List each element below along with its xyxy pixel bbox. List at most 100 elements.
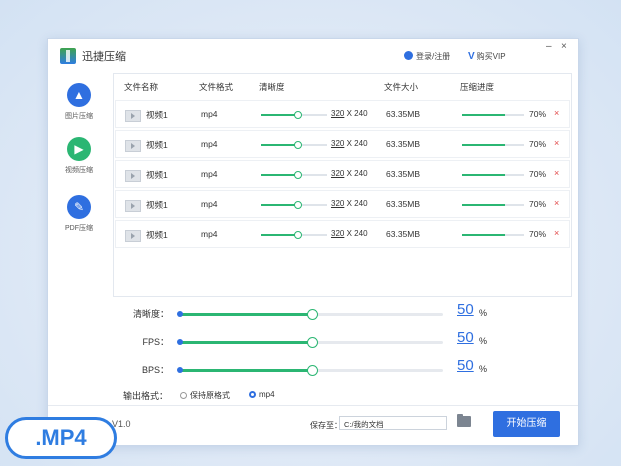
radio-label: mp4 bbox=[259, 390, 275, 399]
resolution-height: 240 bbox=[354, 229, 368, 238]
row-clarity-fill bbox=[261, 204, 298, 206]
user-icon bbox=[404, 51, 413, 60]
slider-fill bbox=[179, 369, 311, 372]
row-clarity-handle[interactable] bbox=[294, 141, 303, 149]
video-thumbnail-icon bbox=[125, 230, 141, 242]
delete-row-icon[interactable]: × bbox=[554, 138, 559, 148]
sidebar-item-label: 视频压缩 bbox=[65, 167, 93, 174]
login-link[interactable]: 登录/注册 bbox=[404, 51, 450, 62]
progress-percent: 70% bbox=[529, 169, 547, 179]
app-window: 迅捷压缩 登录/注册 V 购买VIP – × ▲ 图片压缩 ▶ 视频压缩 ✎ PD… bbox=[47, 38, 579, 446]
row-clarity-slider[interactable] bbox=[261, 231, 327, 239]
bps-slider[interactable] bbox=[177, 365, 443, 376]
resolution-separator: X bbox=[346, 199, 352, 208]
fps-value[interactable]: 50 bbox=[457, 329, 474, 346]
file-size: 63.35MB bbox=[386, 169, 421, 179]
sidebar-item-video-compress[interactable]: ▶ 视频压缩 bbox=[48, 137, 110, 175]
radio-selected-icon bbox=[249, 391, 256, 398]
column-header: 清晰度 bbox=[259, 82, 285, 92]
progress-fill bbox=[462, 234, 506, 236]
sidebar-item-label: PDF压缩 bbox=[65, 225, 93, 232]
file-format: mp4 bbox=[201, 199, 218, 209]
delete-row-icon[interactable]: × bbox=[554, 228, 559, 238]
progress-fill bbox=[462, 174, 506, 176]
table-row[interactable]: 视频1 mp4 320 X 240 63.35MB 70% × bbox=[115, 220, 570, 248]
file-name: 视频1 bbox=[146, 170, 168, 180]
file-size: 63.35MB bbox=[386, 199, 421, 209]
video-thumbnail-icon bbox=[125, 110, 141, 122]
bps-unit: % bbox=[479, 364, 488, 374]
row-clarity-slider[interactable] bbox=[261, 111, 327, 119]
resolution-width[interactable]: 320 bbox=[331, 229, 344, 238]
folder-icon[interactable] bbox=[457, 414, 471, 427]
table-row[interactable]: 视频1 mp4 320 X 240 63.35MB 70% × bbox=[115, 100, 570, 128]
format-option-mp4[interactable]: mp4 bbox=[249, 390, 275, 399]
row-clarity-fill bbox=[261, 114, 298, 116]
delete-row-icon[interactable]: × bbox=[554, 168, 559, 178]
vip-label: 购买VIP bbox=[476, 52, 506, 61]
resolution-height: 240 bbox=[354, 169, 368, 178]
pdf-icon: ✎ bbox=[67, 195, 91, 219]
compress-progress-bar bbox=[462, 114, 524, 116]
close-button[interactable]: × bbox=[561, 41, 567, 52]
resolution-width[interactable]: 320 bbox=[331, 109, 344, 118]
clarity-setting: 清晰度： 50 % bbox=[113, 301, 570, 325]
row-clarity-slider[interactable] bbox=[261, 201, 327, 209]
delete-row-icon[interactable]: × bbox=[554, 108, 559, 118]
buy-vip-link[interactable]: V 购买VIP bbox=[468, 51, 506, 62]
compress-settings: 清晰度： 50 % FPS： 50 % BPS： 50 % 输出格式： 保持原格… bbox=[113, 301, 570, 401]
slider-handle[interactable] bbox=[307, 337, 318, 348]
slider-handle[interactable] bbox=[307, 309, 318, 320]
bps-label: BPS： bbox=[141, 365, 169, 375]
video-thumbnail-icon bbox=[125, 140, 141, 152]
file-name: 视频1 bbox=[146, 230, 168, 240]
compress-progress-bar bbox=[462, 234, 524, 236]
clarity-unit: % bbox=[479, 308, 488, 318]
resolution: 320 X 240 bbox=[331, 139, 368, 148]
clarity-label: 清晰度： bbox=[132, 309, 169, 319]
login-label: 登录/注册 bbox=[416, 52, 451, 61]
table-row[interactable]: 视频1 mp4 320 X 240 63.35MB 70% × bbox=[115, 160, 570, 188]
fps-slider[interactable] bbox=[177, 337, 443, 348]
save-path-field[interactable]: C:/我的文档 bbox=[339, 416, 447, 430]
bps-setting: BPS： 50 % bbox=[113, 357, 570, 381]
minimize-button[interactable]: – bbox=[546, 41, 552, 52]
table-header: 文件名称 文件格式 清晰度 文件大小 压缩进度 bbox=[114, 74, 571, 98]
format-option-original[interactable]: 保持原格式 bbox=[180, 390, 230, 401]
file-size: 63.35MB bbox=[386, 229, 421, 239]
sidebar-item-pdf-compress[interactable]: ✎ PDF压缩 bbox=[48, 195, 110, 233]
file-name: 视频1 bbox=[146, 140, 168, 150]
table-row[interactable]: 视频1 mp4 320 X 240 63.35MB 70% × bbox=[115, 190, 570, 218]
compress-progress-bar bbox=[462, 174, 524, 176]
row-clarity-fill bbox=[261, 234, 298, 236]
bps-value[interactable]: 50 bbox=[457, 357, 474, 374]
output-format-row: 输出格式： 保持原格式 mp4 bbox=[113, 389, 570, 405]
file-size: 63.35MB bbox=[386, 109, 421, 119]
clarity-value[interactable]: 50 bbox=[457, 301, 474, 318]
version-label: V1.0 bbox=[112, 419, 131, 429]
column-header: 文件格式 bbox=[199, 82, 234, 92]
row-clarity-handle[interactable] bbox=[294, 201, 303, 209]
resolution-width[interactable]: 320 bbox=[331, 139, 344, 148]
fps-unit: % bbox=[479, 336, 488, 346]
slider-fill bbox=[179, 313, 311, 316]
resolution-separator: X bbox=[346, 139, 352, 148]
resolution-height: 240 bbox=[354, 109, 368, 118]
delete-row-icon[interactable]: × bbox=[554, 198, 559, 208]
clarity-slider[interactable] bbox=[177, 309, 443, 320]
table-row[interactable]: 视频1 mp4 320 X 240 63.35MB 70% × bbox=[115, 130, 570, 158]
resolution-width[interactable]: 320 bbox=[331, 199, 344, 208]
start-compress-button[interactable]: 开始压缩 bbox=[493, 411, 560, 437]
output-format-label: 输出格式： bbox=[123, 391, 169, 401]
resolution-width[interactable]: 320 bbox=[331, 169, 344, 178]
row-clarity-slider[interactable] bbox=[261, 171, 327, 179]
slider-handle[interactable] bbox=[307, 365, 318, 376]
row-clarity-handle[interactable] bbox=[294, 111, 303, 119]
column-header: 文件大小 bbox=[384, 82, 419, 92]
sidebar: ▲ 图片压缩 ▶ 视频压缩 ✎ PDF压缩 bbox=[48, 73, 110, 403]
row-clarity-handle[interactable] bbox=[294, 171, 303, 179]
row-clarity-handle[interactable] bbox=[294, 231, 303, 239]
sidebar-item-image-compress[interactable]: ▲ 图片压缩 bbox=[48, 83, 110, 121]
row-clarity-slider[interactable] bbox=[261, 141, 327, 149]
video-thumbnail-icon bbox=[125, 170, 141, 182]
